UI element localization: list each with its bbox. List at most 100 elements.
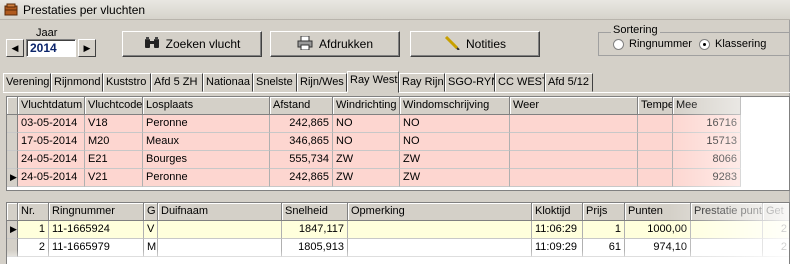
col-windomschrijving[interactable]: Windomschrijving	[400, 97, 510, 115]
flights-grid: Vluchtdatum Vluchtcode Losplaats Afstand…	[6, 96, 790, 191]
prev-year-button[interactable]: ◀	[6, 39, 24, 57]
col-temperatuur[interactable]: Tempe	[638, 97, 673, 115]
cell-snelheid: 1847,117	[282, 221, 348, 239]
row-indicator	[7, 151, 18, 169]
header-indicator	[7, 203, 18, 221]
col-opmerking[interactable]: Opmerking	[348, 203, 532, 221]
arrow-right-icon: ▶	[83, 43, 91, 53]
cell-get: 2	[763, 221, 789, 239]
cell-weer	[510, 133, 638, 151]
sort-klassering-radio[interactable]	[699, 39, 710, 50]
cell-weer	[510, 151, 638, 169]
tab-rijnmond[interactable]: Rijnmond	[51, 73, 103, 92]
print-label: Afdrukken	[318, 37, 374, 51]
cell-vluchtdatum: 17-05-2014	[18, 133, 85, 151]
cell-duifnaam	[158, 239, 282, 257]
col-losplaats[interactable]: Losplaats	[143, 97, 270, 115]
main-window: Prestaties per vluchten Jaar ◀ 2014 ▶ Zo…	[0, 0, 790, 264]
cell-afstand: 555,734	[270, 151, 333, 169]
cell-losplaats: Meaux	[143, 133, 270, 151]
row-indicator	[7, 115, 18, 133]
cell-mee: 8066	[673, 151, 741, 169]
col-geslacht[interactable]: G	[144, 203, 158, 221]
cell-opmerking	[348, 239, 532, 257]
cell-afstand: 242,865	[270, 115, 333, 133]
cell-nr: 1	[18, 221, 49, 239]
tab-ray-rijn[interactable]: Ray Rijn	[399, 73, 445, 92]
printer-icon	[297, 35, 313, 53]
cell-geslacht: V	[144, 221, 158, 239]
sort-ringnummer-radio[interactable]	[613, 39, 624, 50]
cell-prestatie-punten	[691, 221, 763, 239]
cell-duifnaam	[158, 221, 282, 239]
col-punten[interactable]: Punten	[625, 203, 691, 221]
tab-nationaal[interactable]: Nationaa	[203, 73, 253, 92]
cell-punten: 974,10	[625, 239, 691, 257]
cell-prijs: 61	[583, 239, 625, 257]
search-flight-button[interactable]: Zoeken vlucht	[122, 31, 262, 57]
col-windrichting[interactable]: Windrichting	[333, 97, 400, 115]
notes-label: Notities	[465, 37, 506, 51]
window-title: Prestaties per vluchten	[23, 3, 146, 17]
row-indicator	[7, 239, 18, 257]
sort-klassering-label[interactable]: Klassering	[715, 38, 766, 50]
cell-vluchtcode: V21	[85, 169, 143, 187]
cell-temperatuur	[638, 133, 673, 151]
col-afstand[interactable]: Afstand	[270, 97, 333, 115]
col-kloktijd[interactable]: Kloktijd	[532, 203, 583, 221]
col-ringnummer[interactable]: Ringnummer	[49, 203, 144, 221]
pencil-icon	[444, 35, 460, 53]
cell-windomschrijving: ZW	[400, 151, 510, 169]
search-flight-label: Zoeken vlucht	[165, 37, 241, 51]
next-year-button[interactable]: ▶	[78, 39, 96, 57]
tab-afd-5-zh[interactable]: Afd 5 ZH	[151, 73, 203, 92]
tab-rijn-wes[interactable]: Rijn/Wes	[297, 73, 347, 92]
print-button[interactable]: Afdrukken	[270, 31, 400, 57]
tab-ray-west[interactable]: Ray West	[347, 71, 399, 93]
cell-vluchtdatum: 03-05-2014	[18, 115, 85, 133]
cell-vluchtdatum: 24-05-2014	[18, 151, 85, 169]
cell-punten: 1000,00	[625, 221, 691, 239]
cell-ringnummer: 11-1665979	[49, 239, 144, 257]
cell-losplaats: Bourges	[143, 151, 270, 169]
cell-weer	[510, 169, 638, 187]
year-label: Jaar	[36, 27, 58, 39]
cell-mee: 9283	[673, 169, 741, 187]
cell-opmerking	[348, 221, 532, 239]
col-prijs[interactable]: Prijs	[583, 203, 625, 221]
tab-cc-west[interactable]: CC WEST	[495, 73, 545, 92]
tab-verening[interactable]: Verening	[3, 73, 51, 92]
row-pointer-icon: ▶	[7, 169, 18, 187]
cell-windrichting: ZW	[333, 169, 400, 187]
sort-ringnummer-label[interactable]: Ringnummer	[629, 38, 692, 50]
cell-afstand: 242,865	[270, 169, 333, 187]
cell-mee: 15713	[673, 133, 741, 151]
row-pointer-icon: ▶	[7, 221, 18, 239]
col-weer[interactable]: Weer	[510, 97, 638, 115]
tab-afd-5-12[interactable]: Afd 5/12	[545, 73, 593, 92]
col-nr[interactable]: Nr.	[18, 203, 49, 221]
row-indicator	[7, 133, 18, 151]
col-snelheid[interactable]: Snelheid	[282, 203, 348, 221]
tab-sgo-ryn[interactable]: SGO-RYN	[445, 73, 495, 92]
binoculars-icon	[144, 36, 160, 52]
cell-windomschrijving: ZW	[400, 169, 510, 187]
cell-kloktijd: 11:06:29	[532, 221, 583, 239]
cell-prijs: 1	[583, 221, 625, 239]
notes-button[interactable]: Notities	[410, 31, 540, 57]
cell-mee: 16716	[673, 115, 741, 133]
col-duifnaam[interactable]: Duifnaam	[158, 203, 282, 221]
cell-kloktijd: 11:09:29	[532, 239, 583, 257]
cell-afstand: 346,865	[270, 133, 333, 151]
col-vluchtdatum[interactable]: Vluchtdatum	[18, 97, 85, 115]
col-mee[interactable]: Mee	[673, 97, 741, 115]
col-prestatie-punten[interactable]: Prestatie punt	[691, 203, 763, 221]
cell-vluchtdatum: 24-05-2014	[18, 169, 85, 187]
col-vluchtcode[interactable]: Vluchtcode	[85, 97, 143, 115]
year-field[interactable]: 2014	[26, 39, 76, 57]
tab-kuststro[interactable]: Kuststro	[103, 73, 151, 92]
col-get[interactable]: Get	[763, 203, 789, 221]
cell-windrichting: NO	[333, 115, 400, 133]
tab-snelste[interactable]: Snelste	[253, 73, 297, 92]
cell-losplaats: Peronne	[143, 169, 270, 187]
